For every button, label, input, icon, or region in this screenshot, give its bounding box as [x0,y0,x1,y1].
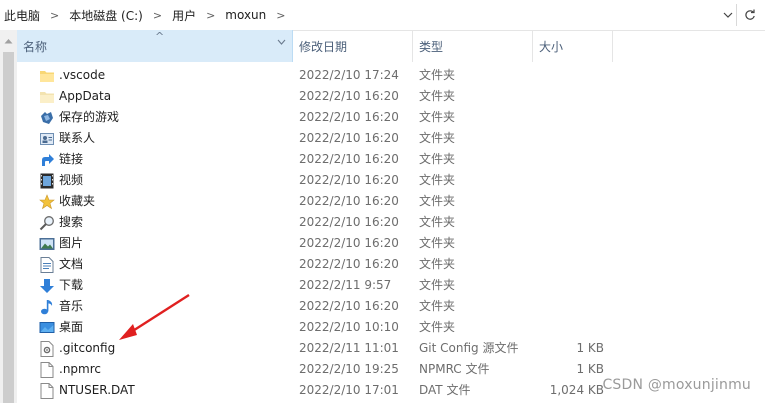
annotation-arrow [119,293,190,340]
watermark: CSDN @moxunjinmu [602,377,751,393]
